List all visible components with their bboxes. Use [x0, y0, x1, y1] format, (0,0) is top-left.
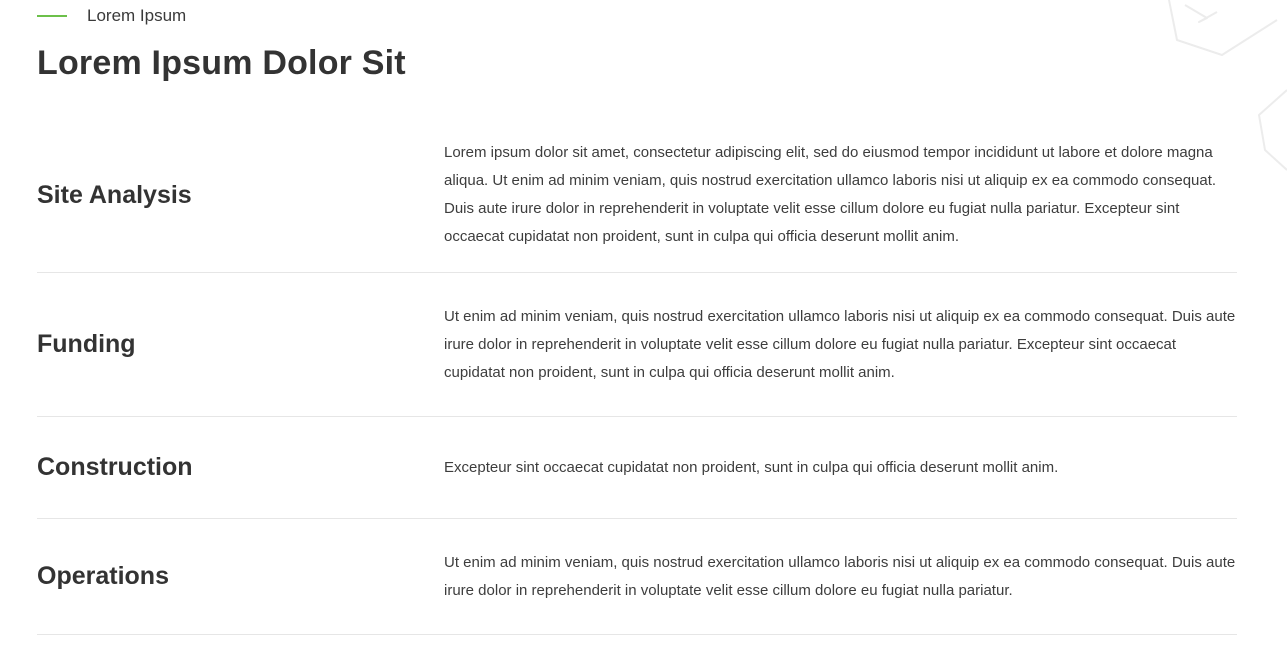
page: Lorem Ipsum Lorem Ipsum Dolor Sit Site A… [0, 0, 1287, 658]
list-item-description: Ut enim ad minim veniam, quis nostrud ex… [444, 307, 1236, 381]
list-item-description: Excepteur sint occaecat cupidatat non pr… [444, 458, 1059, 476]
list-item: Site Analysis Lorem ipsum dolor sit amet… [37, 118, 1237, 273]
service-list: Site Analysis Lorem ipsum dolor sit amet… [37, 118, 1237, 635]
eyebrow-label: Lorem Ipsum [87, 6, 187, 25]
eyebrow-accent-line [37, 15, 67, 17]
list-item-title: Operations [37, 562, 169, 590]
list-item-title: Site Analysis [37, 180, 192, 209]
list-item: Operations Ut enim ad minim veniam, quis… [37, 519, 1237, 635]
list-item-title: Construction [37, 453, 193, 481]
list-item-description: Lorem ipsum dolor sit amet, consectetur … [444, 144, 1217, 245]
list-item-description: Ut enim ad minim veniam, quis nostrud ex… [444, 553, 1236, 599]
section-eyebrow: Lorem Ipsum [37, 4, 186, 28]
list-item: Construction Excepteur sint occaecat cup… [37, 417, 1237, 519]
page-title: Lorem Ipsum Dolor Sit [37, 44, 406, 82]
list-item-title: Funding [37, 330, 136, 358]
list-item: Funding Ut enim ad minim veniam, quis no… [37, 273, 1237, 417]
